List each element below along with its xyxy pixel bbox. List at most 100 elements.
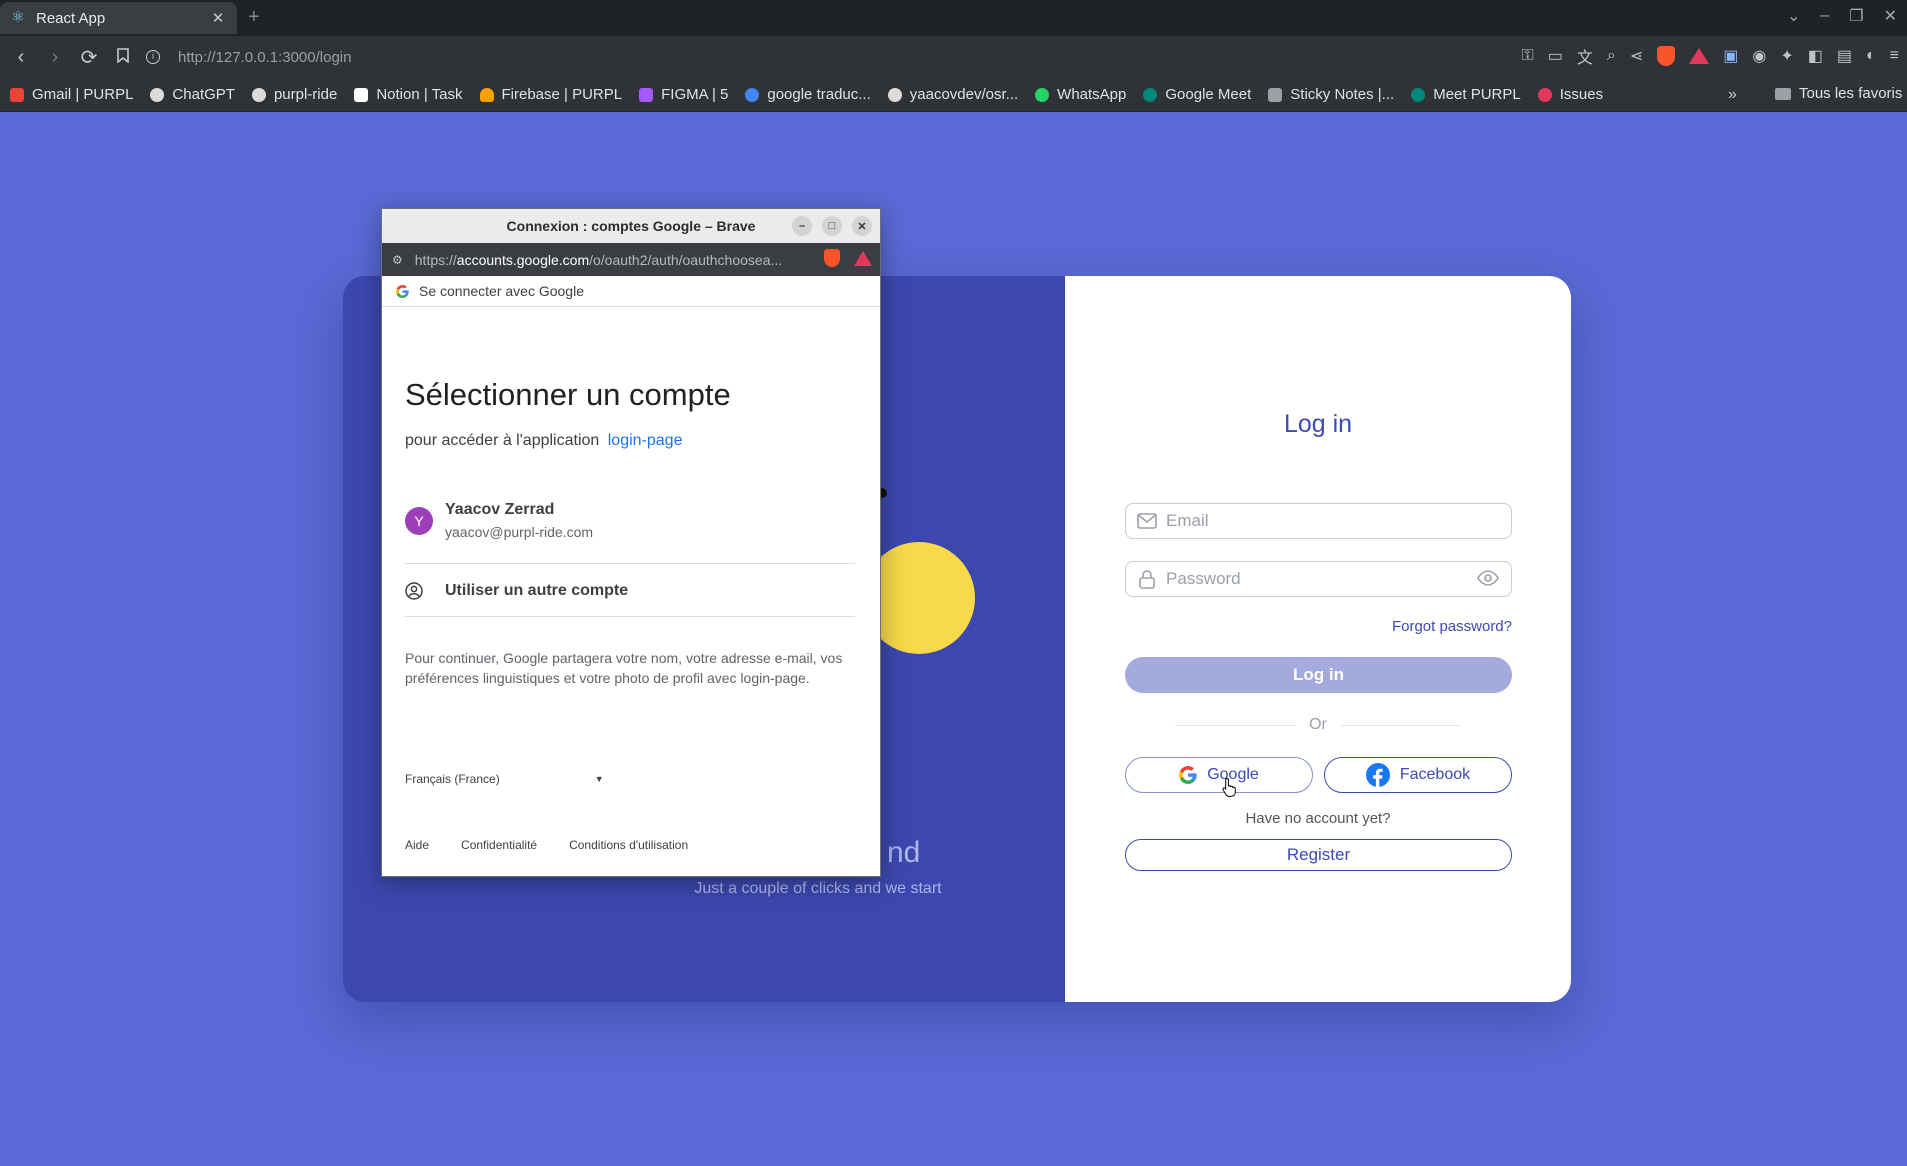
maximize-icon[interactable]: □ [822,216,842,236]
wallet-icon[interactable]: ▤ [1837,46,1852,66]
bookmark-icon[interactable] [106,46,140,69]
show-password-icon[interactable] [1477,570,1499,591]
record-icon[interactable]: ◉ [1752,46,1766,66]
menu-icon[interactable]: ≡ [1890,47,1899,65]
privacy-link[interactable]: Confidentialité [461,838,537,852]
site-settings-icon[interactable]: ⚙ [392,253,403,267]
language-select[interactable]: Français (France) ▼ [405,772,604,786]
use-another-account[interactable]: Utiliser un autre compte [405,565,855,617]
popup-title: Connexion : comptes Google – Brave [506,218,756,234]
vpn-icon[interactable]: ◐ [1866,47,1876,65]
translate-icon[interactable]: 文 [1577,44,1593,68]
cast-icon[interactable]: ▭ [1548,46,1563,66]
tab-search-icon[interactable]: ⌄ [1787,6,1800,26]
account-circle-icon [405,581,425,600]
extensions-puzzle-icon[interactable]: ✦ [1780,46,1793,66]
facebook-icon [1365,763,1390,787]
account-name: Yaacov Zerrad [445,501,555,518]
bookmark-meet-purpl[interactable]: Meet PURPL [1411,86,1521,103]
popup-url: https://accounts.google.com/o/oauth2/aut… [414,251,783,268]
facebook-signin-button[interactable]: Facebook [1324,757,1512,793]
password-key-icon[interactable]: ⚿ [1522,47,1534,65]
avatar: Y [405,507,433,535]
bookmark-google-meet[interactable]: Google Meet [1143,86,1251,103]
use-another-account-label: Utiliser un autre compte [445,581,629,599]
all-bookmarks-folder[interactable]: Tous les favoris [1775,85,1902,102]
address-bar[interactable]: i http://127.0.0.1:3000/login [146,40,1446,74]
tab-title: React App [36,9,106,27]
account-email: yaacov@purpl-ride.com [445,524,594,540]
extension-blue-icon[interactable]: ▣ [1723,46,1738,66]
google-icon [1179,766,1197,784]
back-icon[interactable]: ‹ [4,46,38,69]
browser-toolbar: ‹ › ⟳ i http://127.0.0.1:3000/login ⚿ ▭ … [0,36,1907,78]
bookmark-purpl-ride[interactable]: purpl-ride [251,86,337,103]
popup-window-controls: – □ ✕ [792,216,872,236]
more-bookmarks-icon[interactable]: » [1728,86,1737,104]
app-name-link[interactable]: login-page [608,432,683,449]
brave-shields-icon[interactable] [824,249,840,267]
sticky-notes-icon [1268,87,1283,102]
google-signin-popup: Connexion : comptes Google – Brave – □ ✕… [381,208,881,877]
popup-heading: Sélectionner un compte [405,377,731,412]
bookmark-yaacovdev[interactable]: yaacovdev/osr... [887,86,1018,103]
bookmark-sticky-notes[interactable]: Sticky Notes |... [1268,86,1394,103]
window-controls: ⌄ – ❐ ✕ [1787,6,1897,26]
forward-icon[interactable]: › [38,46,72,69]
chatgpt-icon [150,87,165,102]
login-button[interactable]: Log in [1125,657,1512,693]
brave-rewards-icon[interactable] [854,250,872,266]
bookmark-firebase[interactable]: Firebase | PURPL [479,86,622,103]
bookmark-figma[interactable]: FIGMA | 5 [639,86,728,103]
account-option[interactable]: Y Yaacov Zerrad yaacov@purpl-ride.com [405,501,855,564]
browser-tab[interactable]: ⚛ React App ✕ [0,2,237,34]
password-placeholder: Password [1166,569,1241,588]
close-icon[interactable]: ✕ [852,216,872,236]
help-link[interactable]: Aide [405,838,429,852]
bookmark-issues[interactable]: Issues [1537,86,1603,103]
sidebar-icon[interactable]: ◧ [1808,46,1823,66]
restore-icon[interactable]: ❐ [1849,6,1863,26]
privacy-notice: Pour continuer, Google partagera votre n… [405,650,843,686]
gmail-icon [10,87,24,102]
extension-icons: ⚿ ▭ 文 ⌕ ⋖ ▣ ◉ ✦ ◧ ▤ ◐ ≡ [1522,44,1899,68]
close-tab-icon[interactable]: ✕ [209,9,227,27]
github-icon [887,87,902,102]
bookmark-whatsapp[interactable]: WhatsApp [1035,86,1126,103]
welcome-heading: nd [887,836,921,869]
login-form: Log in Email Password Forgot password? L… [1065,276,1571,1002]
popup-titlebar: Connexion : comptes Google – Brave – □ ✕ [382,209,880,243]
forgot-password-link[interactable]: Forgot password? [1392,618,1512,635]
brave-rewards-icon[interactable] [1689,48,1710,64]
brave-shields-icon[interactable] [1657,46,1676,66]
hand-cursor-icon [1222,777,1238,802]
bookmark-google-translate[interactable]: google traduc... [745,86,871,103]
folder-icon [1775,87,1791,100]
email-field[interactable]: Email [1125,503,1512,539]
popup-subtitle: pour accéder à l'application login-page [405,432,683,449]
minimize-icon[interactable]: – [792,216,812,236]
popup-extension-icons [824,249,872,267]
or-separator: Or [1309,716,1327,733]
share-icon[interactable]: ⋖ [1630,46,1643,66]
zoom-icon[interactable]: ⌕ [1607,47,1616,65]
google-signin-button[interactable]: Google [1125,757,1313,793]
terms-link[interactable]: Conditions d'utilisation [569,838,688,852]
bookmark-chatgpt[interactable]: ChatGPT [150,86,235,103]
password-field[interactable]: Password [1125,561,1512,597]
site-info-icon[interactable]: i [146,50,160,64]
reload-icon[interactable]: ⟳ [72,45,106,70]
minimize-icon[interactable]: – [1820,7,1829,25]
bookmark-notion[interactable]: Notion | Task [354,86,463,103]
no-account-text: Have no account yet? [1245,810,1391,827]
mail-icon [1136,513,1158,529]
bookmark-gmail[interactable]: Gmail | PURPL [10,86,133,103]
figma-icon [639,87,654,102]
popup-address-bar[interactable]: ⚙ https://accounts.google.com/o/oauth2/a… [382,243,880,276]
issues-icon [1537,87,1552,102]
close-window-icon[interactable]: ✕ [1884,6,1897,26]
register-button[interactable]: Register [1125,839,1512,871]
url-text: http://127.0.0.1:3000/login [178,48,352,66]
google-meet-icon [1411,87,1426,102]
new-tab-button[interactable]: + [248,6,260,29]
